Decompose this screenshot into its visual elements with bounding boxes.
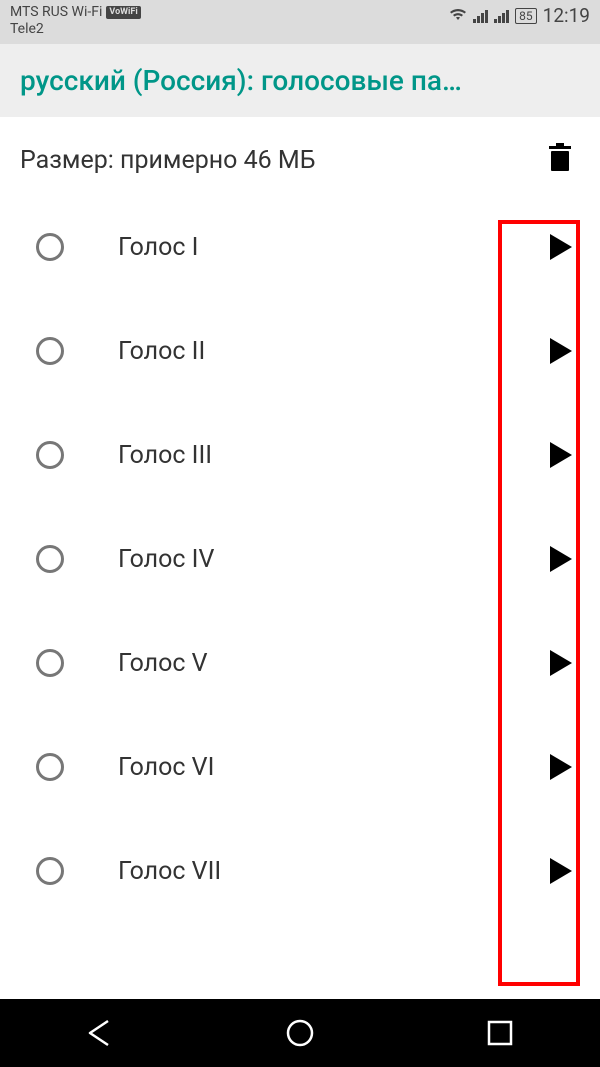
page-title: русский (Россия): голосовые па… xyxy=(20,64,580,97)
voice-list: Голос I Голос II Голос III Голос IV Голо… xyxy=(0,195,600,923)
voice-item[interactable]: Голос II xyxy=(0,299,600,403)
radio-icon[interactable] xyxy=(36,233,64,261)
nav-recent-button[interactable] xyxy=(430,1020,570,1046)
radio-icon[interactable] xyxy=(36,337,64,365)
size-row: Размер: примерно 46 МБ xyxy=(0,117,600,195)
nav-home-button[interactable] xyxy=(230,1018,370,1048)
radio-icon[interactable] xyxy=(36,857,64,885)
play-icon[interactable] xyxy=(550,234,572,260)
nav-back-button[interactable] xyxy=(30,1019,170,1047)
play-icon[interactable] xyxy=(550,754,572,780)
nav-bar xyxy=(0,999,600,1067)
voice-item[interactable]: Голос VI xyxy=(0,715,600,819)
voice-label: Голос II xyxy=(118,337,550,366)
play-icon[interactable] xyxy=(550,338,572,364)
delete-icon[interactable] xyxy=(548,143,572,177)
clock-text: 12:19 xyxy=(543,4,590,27)
radio-icon[interactable] xyxy=(36,441,64,469)
vowifi-badge: VoWiFi xyxy=(106,6,140,19)
voice-label: Голос I xyxy=(118,233,550,262)
voice-label: Голос VII xyxy=(118,857,550,886)
status-bar: MTS RUS Wi-Fi VoWiFi Tele2 85 12:19 xyxy=(0,0,600,44)
voice-label: Голос IV xyxy=(118,545,550,574)
play-icon[interactable] xyxy=(550,650,572,676)
play-icon[interactable] xyxy=(550,858,572,884)
voice-label: Голос V xyxy=(118,649,550,678)
signal-icon-1 xyxy=(473,9,488,23)
signal-icon-2 xyxy=(494,9,509,23)
status-right: 85 12:19 xyxy=(449,4,590,27)
voice-item[interactable]: Голос IV xyxy=(0,507,600,611)
voice-item[interactable]: Голос V xyxy=(0,611,600,715)
play-icon[interactable] xyxy=(550,546,572,572)
wifi-icon xyxy=(449,6,467,25)
voice-item[interactable]: Голос III xyxy=(0,403,600,507)
carrier-wifi-text: MTS RUS Wi-Fi xyxy=(10,4,102,21)
play-icon[interactable] xyxy=(550,442,572,468)
voice-label: Голос VI xyxy=(118,753,550,782)
status-left: MTS RUS Wi-Fi VoWiFi Tele2 xyxy=(10,4,141,38)
radio-icon[interactable] xyxy=(36,649,64,677)
radio-icon[interactable] xyxy=(36,753,64,781)
voice-label: Голос III xyxy=(118,441,550,470)
carrier2-text: Tele2 xyxy=(10,21,141,38)
voice-item[interactable]: Голос I xyxy=(0,195,600,299)
voice-item[interactable]: Голос VII xyxy=(0,819,600,923)
size-text: Размер: примерно 46 МБ xyxy=(20,146,316,175)
radio-icon[interactable] xyxy=(36,545,64,573)
battery-icon: 85 xyxy=(515,8,537,24)
app-header: русский (Россия): голосовые па… xyxy=(0,44,600,117)
